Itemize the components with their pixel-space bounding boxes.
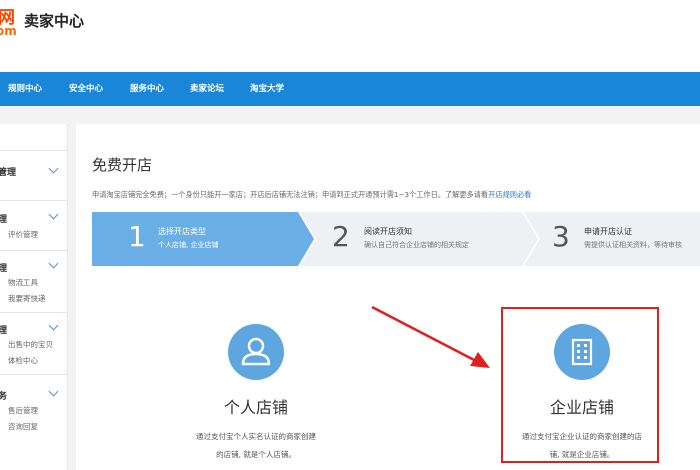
sidebar-group-title: 务 [0, 392, 8, 402]
step-1[interactable]: 1 选择开店类型 个人店铺, 企业店铺 [92, 212, 298, 266]
sidebar-group-title: 理 [0, 264, 8, 274]
nav-item-service[interactable]: 服务中心 [130, 72, 164, 106]
nav-item-university[interactable]: 淘宝大学 [250, 72, 284, 106]
logo-com[interactable]: om [0, 24, 17, 38]
card-desc-line: 的店铺, 就是个人店铺。 [216, 450, 296, 459]
sidebar-group[interactable]: 务 售后管理 咨询回复 [0, 374, 68, 436]
step-title: 选择开店类型 [158, 227, 206, 236]
sidebar-subitem[interactable]: 评价管理 [8, 229, 38, 240]
step-3[interactable]: 3 申请开店认证 需提供认证相关资料，等待审核 [538, 212, 700, 266]
step-number: 2 [332, 220, 350, 253]
chevron-down-icon[interactable] [48, 386, 59, 397]
step-subtitle: 个人店铺, 企业店铺 [158, 241, 219, 249]
sidebar-group-title: 理 [0, 215, 8, 225]
sidebar-subitem[interactable]: 体检中心 [8, 355, 38, 366]
step-number: 1 [128, 220, 146, 253]
top-nav: 规则中心 安全中心 服务中心 卖家论坛 淘宝大学 [0, 72, 700, 106]
highlight-box [501, 307, 659, 463]
intro-text: 申请淘宝店铺完全免费；一个身份只能开一家店；开店后店铺无法注销；申请到正式开通预… [92, 190, 531, 200]
personal-shop-card[interactable]: 个人店铺 通过支付宝个人实名认证的商家创建 的店铺, 就是个人店铺。 [176, 310, 336, 460]
card-title: 个人店铺 [223, 398, 288, 417]
sidebar-subitem[interactable]: 物流工具 [8, 277, 38, 288]
sidebar-subitem[interactable]: 我要寄快递 [8, 293, 46, 304]
steps-bar: 1 选择开店类型 个人店铺, 企业店铺 2 阅读开店须知 确认自己符合企业店铺的… [92, 212, 700, 266]
sidebar-subitem[interactable]: 咨询回复 [8, 421, 38, 432]
chevron-down-icon[interactable] [48, 258, 59, 269]
sidebar-subitem[interactable]: 售后管理 [8, 405, 38, 416]
header-title[interactable]: 卖家中心 [24, 10, 84, 31]
header: 网 om 卖家中心 [0, 0, 700, 72]
sidebar: 管理 理 评价管理 理 物流工具 我要寄快递 理 出售中的宝贝 体检中心 务 售… [0, 124, 68, 470]
sidebar-group-title: 理 [0, 326, 8, 336]
chevron-down-icon[interactable] [48, 320, 59, 331]
card-desc-line: 通过支付宝个人实名认证的商家创建 [196, 432, 316, 441]
step-subtitle: 确认自己符合企业店铺的相关规定 [364, 241, 469, 249]
nav-item-security[interactable]: 安全中心 [69, 72, 103, 106]
sidebar-group-title: 管理 [0, 168, 17, 178]
nav-item-forum[interactable]: 卖家论坛 [190, 72, 224, 106]
step-subtitle: 需提供认证相关资料，等待审核 [584, 241, 682, 249]
nav-item-rules[interactable]: 规则中心 [8, 72, 42, 106]
shop-rules-link[interactable]: 开店规则必看 [488, 190, 531, 199]
sidebar-group[interactable]: 理 评价管理 [0, 200, 68, 250]
step-title: 阅读开店须知 [364, 227, 412, 236]
intro-desc: 申请淘宝店铺完全免费；一个身份只能开一家店；开店后店铺无法注销；申请到正式开通预… [92, 190, 489, 199]
person-icon [228, 324, 284, 380]
sidebar-group[interactable]: 理 出售中的宝贝 体检中心 [0, 312, 68, 374]
chevron-down-icon[interactable] [48, 163, 59, 174]
step-number: 3 [552, 220, 570, 253]
card-description: 通过支付宝个人实名认证的商家创建 的店铺, 就是个人店铺。 [176, 428, 336, 464]
step-title: 申请开店认证 [584, 227, 632, 236]
page-title: 免费开店 [92, 156, 153, 174]
sidebar-subitem[interactable]: 出售中的宝贝 [8, 339, 53, 350]
sidebar-group[interactable]: 管理 [0, 150, 68, 200]
sidebar-group[interactable]: 理 物流工具 我要寄快递 [0, 250, 68, 312]
step-2[interactable]: 2 阅读开店须知 确认自己符合企业店铺的相关规定 [314, 212, 522, 266]
chevron-down-icon[interactable] [48, 209, 59, 220]
